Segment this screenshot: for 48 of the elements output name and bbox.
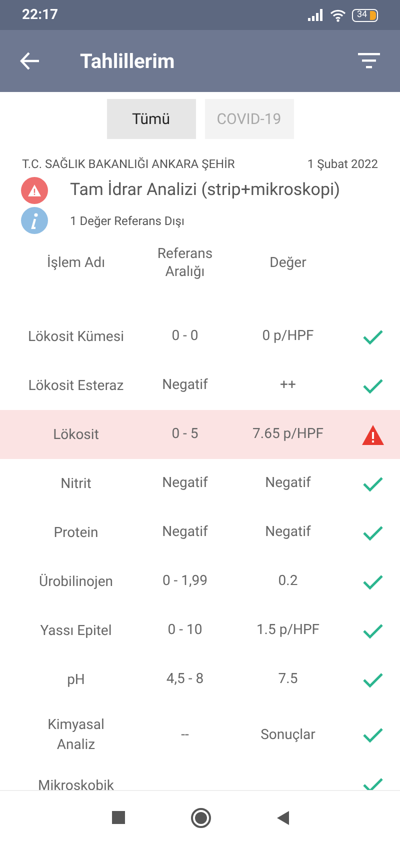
battery-icon: 34 — [352, 8, 378, 22]
reference-range: 0 - 5 — [172, 425, 198, 444]
test-name: Protein — [52, 524, 100, 542]
test-name: Ürobilinojen — [38, 572, 114, 592]
status-time: 22:17 — [22, 6, 58, 24]
result-value: 1.5 p/HPF — [256, 621, 320, 640]
result-value: 7.65 p/HPF — [252, 425, 324, 444]
test-title: Tam İdrar Analizi (strip+mikroskopi) — [70, 178, 340, 202]
back-button[interactable] — [276, 810, 288, 824]
result-value: 7.5 — [278, 670, 298, 689]
reference-range: 0 - 0 — [172, 327, 198, 346]
reference-range: -- — [181, 726, 189, 744]
home-button[interactable] — [190, 808, 210, 828]
signal-icon — [308, 9, 324, 21]
filter-tab[interactable]: Tümü — [106, 99, 196, 139]
test-name: pH — [66, 670, 86, 690]
result-value: Sonuçlar — [260, 726, 316, 744]
reference-range: 0 - 1,99 — [162, 572, 208, 591]
test-name: Lökosit — [52, 426, 100, 444]
result-value: 0.2 — [278, 572, 298, 591]
test-name: Kimyasal Analiz — [46, 716, 106, 755]
info-icon — [21, 207, 48, 234]
reference-range: Negatif — [162, 376, 208, 395]
screen-title: Tahlillerim — [80, 48, 176, 75]
test-name: Nitrit — [60, 474, 92, 494]
reference-range: Negatif — [162, 474, 208, 493]
test-name: Yassı Epitel — [39, 622, 113, 640]
reference-range: Negatif — [162, 523, 208, 542]
result-value: 0 p/HPF — [262, 327, 314, 346]
alert-icon — [21, 177, 48, 204]
out-of-range-note: 1 Değer Referans Dışı — [70, 212, 184, 230]
report-date: 1 Şubat 2022 — [307, 156, 378, 173]
reference-range: 0 - 10 — [168, 621, 202, 640]
test-name: Lökosit Esteraz — [27, 376, 125, 396]
column-header: Değer — [268, 254, 308, 272]
result-value: Negatif — [265, 523, 311, 542]
institution-name: T.C. SAĞLIK BAKANLIĞI ANKARA ŞEHİR — [22, 156, 235, 173]
test-name: Lökosit Kümesi — [27, 328, 125, 346]
result-value: ++ — [280, 376, 296, 395]
column-header: İşlem Adı — [46, 254, 106, 272]
column-header: Referans Aralığı — [156, 245, 214, 281]
recent-apps-button[interactable] — [112, 811, 124, 824]
wifi-icon — [330, 8, 346, 22]
back-arrow-icon[interactable] — [20, 52, 40, 70]
filter-icon[interactable] — [358, 53, 380, 69]
result-value: Negatif — [265, 474, 311, 493]
test-name: Mikroskobik — [37, 777, 115, 790]
reference-range: 4,5 - 8 — [166, 670, 204, 689]
